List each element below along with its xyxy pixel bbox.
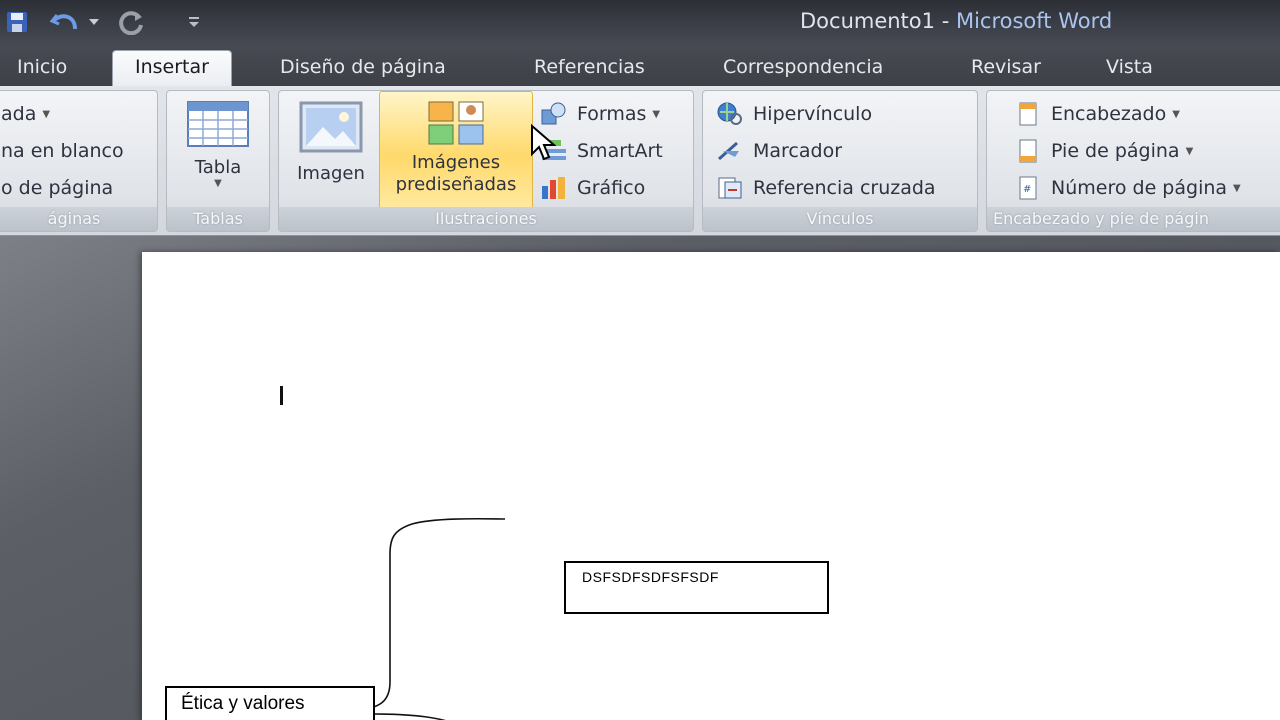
tab-correspondencia[interactable]: Correspondencia <box>723 54 883 88</box>
smartart-label: SmartArt <box>577 140 663 162</box>
group-label-encabezado: Encabezado y pie de págin <box>987 207 1280 231</box>
connector-lines <box>316 517 506 720</box>
undo-dropdown-icon[interactable] <box>86 6 102 38</box>
svg-text:#: # <box>1023 184 1031 195</box>
group-paginas: ada ▼ na en blanco o de página áginas <box>0 90 158 232</box>
hipervinculo-label: Hipervínculo <box>753 103 873 125</box>
numero-de-pagina-label: Número de página <box>1051 177 1228 199</box>
pie-de-pagina-button[interactable]: Pie de página ▼ <box>1015 136 1193 166</box>
table-icon <box>187 101 249 147</box>
encabezado-dropdown-icon: ▼ <box>1172 108 1180 120</box>
globe-link-icon <box>717 102 743 126</box>
pie-de-pagina-label: Pie de página <box>1051 140 1180 162</box>
bookmark-icon <box>717 139 743 163</box>
clip-art-icon <box>427 100 485 146</box>
group-tablas: Tabla ▼ Tablas <box>166 90 270 232</box>
group-vinculos: Hipervínculo Marcador Referencia cruzada… <box>702 90 978 232</box>
undo-icon[interactable] <box>46 6 82 38</box>
tabla-label: Tabla <box>194 157 242 178</box>
imagenes-label-line1: Imágenes <box>411 152 501 173</box>
salto-de-pagina-button[interactable]: o de página <box>1 173 113 203</box>
encabezado-button[interactable]: Encabezado ▼ <box>1015 99 1180 129</box>
dropdown-arrow-icon: ▼ <box>42 108 51 120</box>
ribbon-tabs: Inicio Insertar Diseño de página Referen… <box>0 46 1280 90</box>
tab-vista[interactable]: Vista <box>1106 54 1153 88</box>
grafico-button[interactable]: Gráfico <box>541 173 645 203</box>
picture-icon <box>299 101 363 153</box>
referencia-cruzada-label: Referencia cruzada <box>753 177 936 199</box>
tab-diseno-de-pagina[interactable]: Diseño de página <box>280 54 446 88</box>
grafico-label: Gráfico <box>577 177 646 199</box>
portada-label: ada <box>1 103 37 125</box>
pagina-en-blanco-button[interactable]: na en blanco <box>1 136 124 166</box>
portada-button[interactable]: ada ▼ <box>1 99 50 129</box>
text-box-etica-text: Ética y valores <box>181 693 305 714</box>
formas-label: Formas <box>577 103 647 125</box>
redo-icon[interactable] <box>114 6 148 38</box>
group-label-tablas: Tablas <box>167 207 269 231</box>
title-separator: - <box>935 9 956 33</box>
numero-dropdown-icon: ▼ <box>1233 182 1241 194</box>
encabezado-label: Encabezado <box>1051 103 1167 125</box>
page-number-icon: # <box>1015 176 1041 200</box>
save-icon[interactable] <box>2 6 32 38</box>
marcador-button[interactable]: Marcador <box>717 136 842 166</box>
shapes-icon <box>541 102 567 126</box>
pie-dropdown-icon: ▼ <box>1185 145 1194 157</box>
header-icon <box>1015 102 1041 126</box>
group-encabezado-pie: Encabezado ▼ Pie de página ▼ # Número de p… <box>986 90 1280 232</box>
group-label-paginas: áginas <box>0 207 157 231</box>
text-box-dsfsdf-text: DSFSDFSDFSFSDF <box>582 569 719 585</box>
group-label-ilustraciones: Ilustraciones <box>279 207 693 231</box>
text-box-dsfsdf[interactable]: DSFSDFSDFSFSDF <box>564 561 829 614</box>
referencia-cruzada-button[interactable]: Referencia cruzada <box>717 173 936 203</box>
tabla-dropdown-icon: ▼ <box>214 178 222 189</box>
imagenes-prediseñadas-button[interactable]: Imágenes prediseñadas <box>379 91 533 209</box>
mouse-pointer-icon <box>530 123 557 166</box>
tab-inicio[interactable]: Inicio <box>17 54 67 88</box>
imagenes-label-line2: prediseñadas <box>395 174 517 195</box>
group-label-vinculos: Vínculos <box>703 207 977 231</box>
tab-referencias[interactable]: Referencias <box>534 54 645 88</box>
footer-icon <box>1015 139 1041 163</box>
numero-de-pagina-button[interactable]: # Número de página ▼ <box>1015 173 1241 203</box>
cross-reference-icon <box>717 176 743 200</box>
document-name: Documento1 <box>800 9 936 33</box>
tab-revisar[interactable]: Revisar <box>971 54 1041 88</box>
pagina-en-blanco-label: na en blanco <box>1 140 124 162</box>
imagen-button[interactable]: Imagen <box>285 91 377 209</box>
ribbon: ada ▼ na en blanco o de página áginas Tab… <box>0 86 1280 236</box>
document-workspace: DSFSDFSDFSFSDF Ética y valores <box>0 236 1280 720</box>
formas-button[interactable]: Formas ▼ <box>541 99 660 129</box>
salto-de-pagina-label: o de página <box>1 177 114 199</box>
marcador-label: Marcador <box>753 140 843 162</box>
smartart-button[interactable]: SmartArt <box>541 136 663 166</box>
text-box-etica-y-valores[interactable]: Ética y valores <box>165 686 375 720</box>
formas-dropdown-icon: ▼ <box>652 108 661 120</box>
window-title: Documento1 - Microsoft Word <box>800 9 1112 33</box>
chart-icon <box>541 176 567 200</box>
hipervinculo-button[interactable]: Hipervínculo <box>717 99 872 129</box>
app-name: Microsoft Word <box>955 9 1113 33</box>
imagen-label: Imagen <box>297 163 365 184</box>
tabla-button[interactable]: Tabla ▼ <box>171 91 265 209</box>
customize-qat-icon[interactable] <box>184 6 204 38</box>
tab-insertar[interactable]: Insertar <box>112 50 232 90</box>
group-ilustraciones: Imagen Imágenes prediseñadas Formas ▼ Sm… <box>278 90 694 232</box>
title-bar: Documento1 - Microsoft Word <box>0 0 1280 46</box>
document-page[interactable]: DSFSDFSDFSFSDF Ética y valores <box>142 252 1280 720</box>
